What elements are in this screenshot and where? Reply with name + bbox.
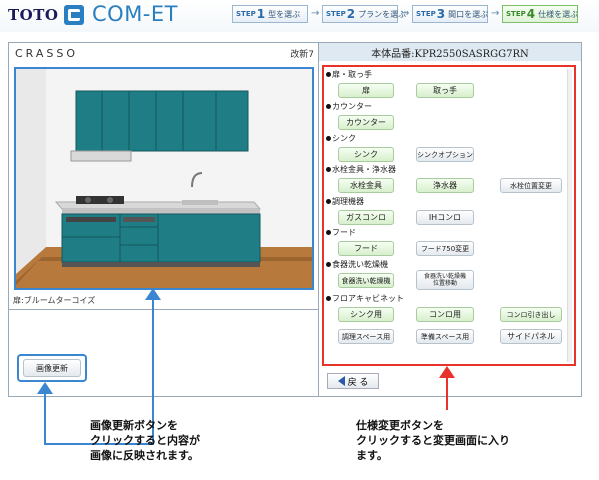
series-name: CRASSO xyxy=(15,47,79,60)
divider xyxy=(9,309,319,310)
sink-button[interactable]: シンク xyxy=(338,147,394,162)
dishwasher-position-button[interactable]: 食器洗い乾燥機 位置移動 xyxy=(416,270,474,290)
callout-line-spec xyxy=(446,374,448,410)
hood-button[interactable]: フード xyxy=(338,241,394,256)
step-arrow-icon: → xyxy=(491,8,500,19)
callout-arrow-up-icon xyxy=(145,288,161,300)
callout-arrow-up-icon xyxy=(439,366,455,378)
app-name: COM-ET xyxy=(92,2,178,26)
app-header: TOTO COM-ET STEP 1 型を選ぶ → STEP 2 プランを選ぶ … xyxy=(0,0,599,32)
step-arrow-icon: → xyxy=(401,8,410,19)
step-1-tab[interactable]: STEP 1 型を選ぶ xyxy=(232,5,308,23)
spec-buttons-panel: 扉・取っ手 扉 取っ手 カウンター カウンター シンク シンク シンクオプション… xyxy=(322,65,576,366)
callout-update-text: 画像更新ボタンを クリックすると内容が 画像に反映されます。 xyxy=(90,419,200,462)
step-4-tab[interactable]: STEP 4 仕様を選ぶ xyxy=(502,5,578,23)
step-arrow-icon: → xyxy=(311,8,320,19)
toto-logo: TOTO xyxy=(8,6,59,24)
section-dishwasher: 食器洗い乾燥機 xyxy=(326,259,388,270)
preview-pane: CRASSO 改新7 扉:ブルームターコイズ 画像更新 xyxy=(9,43,319,396)
step-3-tab[interactable]: STEP 3 間口を選ぶ xyxy=(412,5,488,23)
kitchen-preview-image xyxy=(14,67,314,290)
stove-drawer-button[interactable]: コンロ引き出し xyxy=(500,307,562,322)
update-image-button[interactable]: 画像更新 xyxy=(23,359,81,377)
gas-stove-button[interactable]: ガスコンロ xyxy=(338,210,394,225)
section-sink: シンク xyxy=(326,133,356,144)
bullet-icon xyxy=(326,199,331,204)
bullet-icon xyxy=(326,136,331,141)
main-frame: CRASSO 改新7 扉:ブルームターコイズ 画像更新 本体品番:KPR2550… xyxy=(8,42,582,397)
ready-space-button[interactable]: 準備スペース用 xyxy=(416,329,474,344)
faucet-position-button[interactable]: 水栓位置変更 xyxy=(500,178,562,193)
bullet-icon xyxy=(326,167,331,172)
callout-arrow-up-icon xyxy=(37,382,53,394)
section-faucet: 水栓金具・浄水器 xyxy=(326,164,396,175)
door-color-label: 扉:ブルームターコイズ xyxy=(13,296,96,305)
revision-label: 改新7 xyxy=(290,50,314,60)
spec-pane: 本体品番:KPR2550SASRGG7RN 扉・取っ手 扉 取っ手 カウンター … xyxy=(319,43,581,396)
section-door-handle: 扉・取っ手 xyxy=(326,69,372,80)
sink-option-button[interactable]: シンクオプション xyxy=(416,147,474,162)
door-button[interactable]: 扉 xyxy=(338,83,394,98)
hood-750-button[interactable]: フード750変更 xyxy=(416,241,474,256)
back-button[interactable]: 戻 る xyxy=(327,373,379,389)
bullet-icon xyxy=(326,104,331,109)
handle-button[interactable]: 取っ手 xyxy=(416,83,474,98)
section-counter: カウンター xyxy=(326,101,372,112)
water-purifier-button[interactable]: 浄水器 xyxy=(416,178,474,193)
bullet-icon xyxy=(326,296,331,301)
step-2-tab[interactable]: STEP 2 プランを選ぶ xyxy=(322,5,406,23)
faucet-button[interactable]: 水栓金具 xyxy=(338,178,394,193)
spec-scrollbar[interactable] xyxy=(567,69,572,362)
ih-stove-button[interactable]: IHコンロ xyxy=(416,210,474,225)
stove-cabinet-button[interactable]: コンロ用 xyxy=(416,307,474,322)
section-floor-cabinet: フロアキャビネット xyxy=(326,293,404,304)
counter-button[interactable]: カウンター xyxy=(338,115,394,130)
callout-spec-text: 仕様変更ボタンを クリックすると変更画面に入り ます。 xyxy=(356,419,510,462)
part-number: 本体品番:KPR2550SASRGG7RN xyxy=(319,43,581,61)
dishwasher-button[interactable]: 食器洗い乾燥機 xyxy=(338,273,394,288)
comet-logo-icon xyxy=(64,5,84,25)
bullet-icon xyxy=(326,72,331,77)
kitchen-illustration xyxy=(16,69,312,288)
callout-line-update xyxy=(44,392,46,444)
prep-space-button[interactable]: 調理スペース用 xyxy=(338,329,394,344)
back-arrow-icon xyxy=(337,376,345,386)
section-cooking: 調理機器 xyxy=(326,196,364,207)
sink-cabinet-button[interactable]: シンク用 xyxy=(338,307,394,322)
bullet-icon xyxy=(326,230,331,235)
update-highlight-frame: 画像更新 xyxy=(17,354,87,382)
section-hood: フード xyxy=(326,227,356,238)
bullet-icon xyxy=(326,262,331,267)
side-panel-button[interactable]: サイドパネル xyxy=(500,329,562,344)
